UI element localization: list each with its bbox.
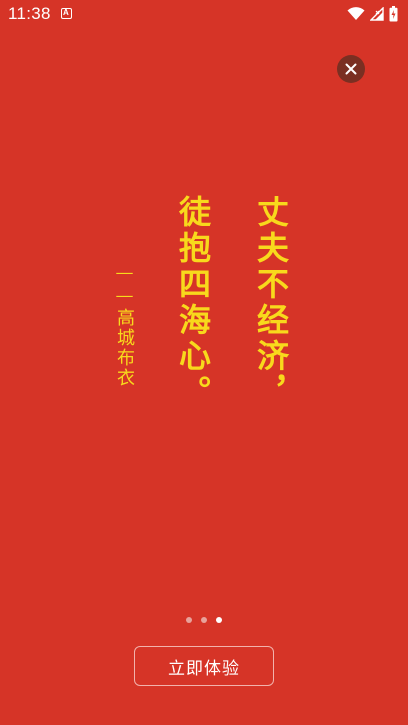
wifi-icon <box>347 7 365 21</box>
poem-line-2: 徒抱四海心。 <box>174 195 212 411</box>
poem-author: ——高城布衣 <box>114 262 135 388</box>
battery-icon <box>389 6 398 22</box>
page-dot <box>216 617 222 623</box>
status-time: 11:38 <box>8 4 51 23</box>
splash-screen: 11:38 A 丈夫不经济， 徒抱四海心。 ——高城布衣 立即体验 <box>0 0 408 725</box>
close-button[interactable] <box>337 55 365 83</box>
close-icon <box>345 63 357 75</box>
status-icons <box>347 5 398 23</box>
status-bar: 11:38 <box>0 0 408 28</box>
poem-line-1: 丈夫不经济， <box>252 195 290 411</box>
page-indicator <box>186 617 222 623</box>
a-notification-icon <box>61 8 72 19</box>
try-now-button[interactable]: 立即体验 <box>134 646 274 686</box>
page-dot <box>201 617 207 623</box>
page-dot <box>186 617 192 623</box>
cell-signal-icon <box>370 7 384 21</box>
